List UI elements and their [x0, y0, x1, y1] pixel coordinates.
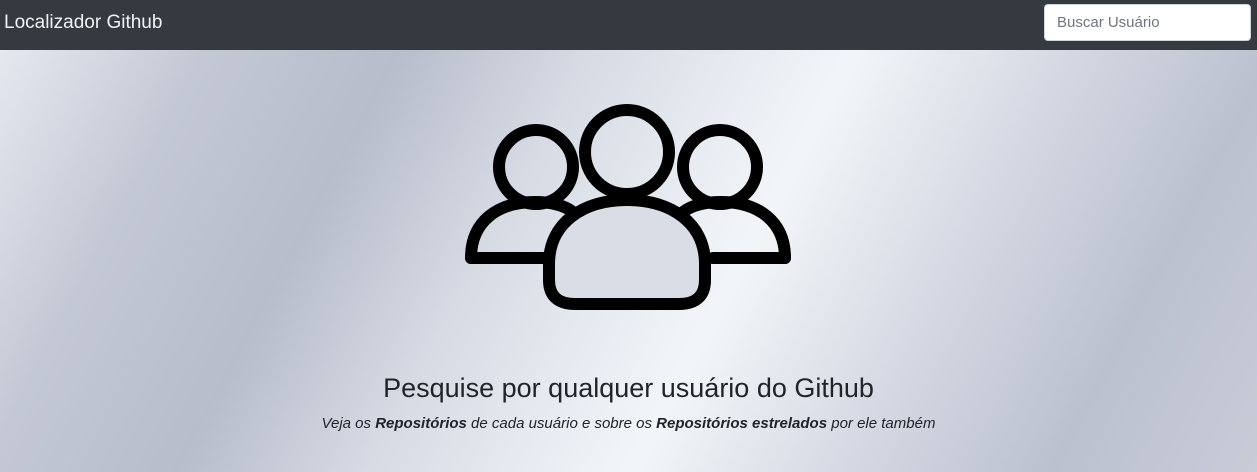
subtitle-bold-starred: Repositórios estrelados: [656, 415, 828, 432]
page-title: Pesquise por qualquer usuário do Github: [383, 373, 874, 403]
subtitle-text-3: por ele também: [827, 415, 936, 432]
brand-title[interactable]: Localizador Github: [4, 12, 162, 34]
search-user-input[interactable]: [1044, 4, 1251, 41]
subtitle-text-2: de cada usuário e sobre os: [466, 415, 657, 432]
subtitle-bold-repositories: Repositórios: [375, 415, 467, 432]
page-subtitle: Veja os Repositórios de cada usuário e s…: [0, 414, 1257, 434]
users-group-icon: [465, 104, 791, 310]
subtitle-text-1: Veja os: [321, 415, 376, 432]
navbar: Localizador Github: [0, 0, 1257, 50]
